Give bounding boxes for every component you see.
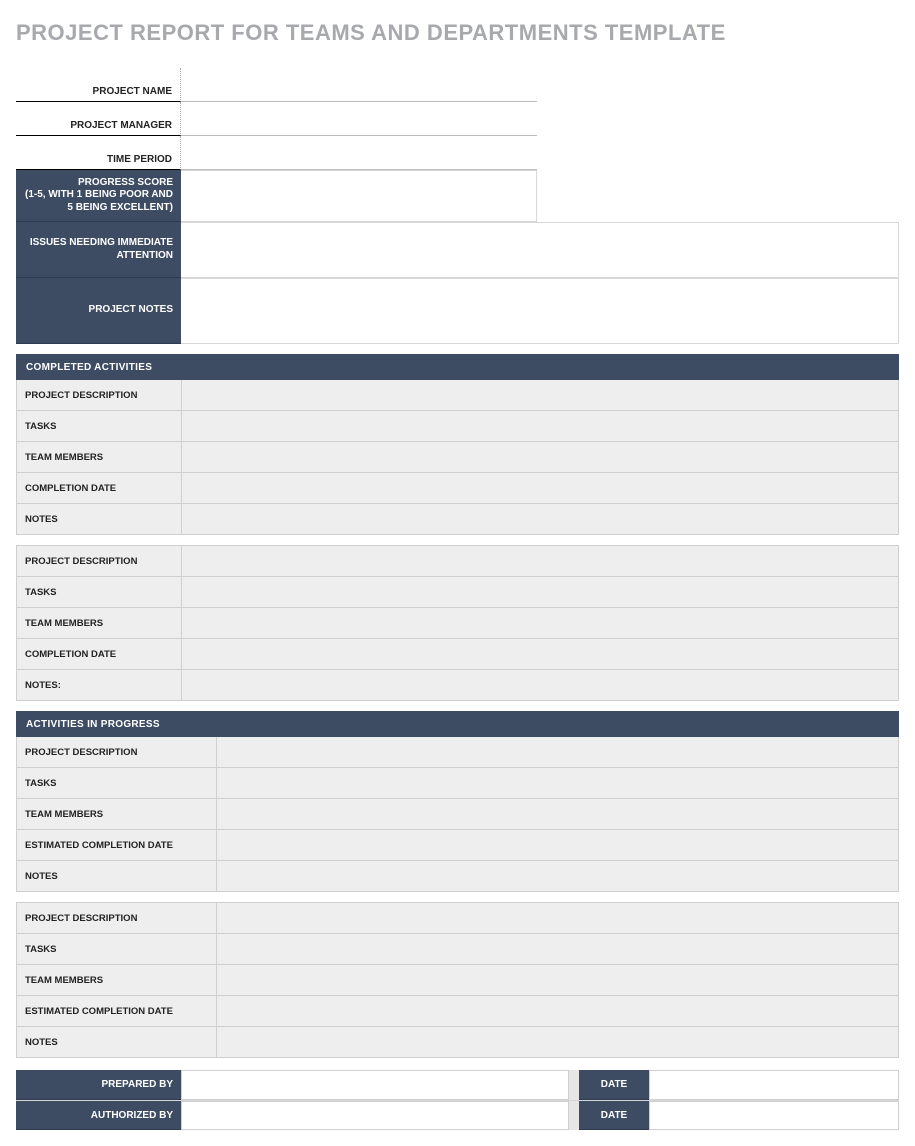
project-manager-value[interactable] (181, 102, 537, 136)
progress-2-tasks-label: TASKS (17, 934, 217, 964)
time-period-value[interactable] (181, 136, 537, 170)
completed-1-team-members-label: TEAM MEMBERS (17, 442, 182, 472)
completed-2-team-members-label: TEAM MEMBERS (17, 608, 182, 638)
completed-2-project-description-value[interactable] (182, 546, 898, 576)
time-period-label: TIME PERIOD (16, 136, 181, 170)
completed-1-tasks-label: TASKS (17, 411, 182, 441)
overview-row-progress-score: PROGRESS SCORE (1-5, WITH 1 BEING POOR A… (16, 170, 899, 222)
completed-1-completion-date-label: COMPLETION DATE (17, 473, 182, 503)
completed-2-notes-label: NOTES: (17, 670, 182, 700)
progress-1-team-members-value[interactable] (217, 799, 898, 829)
completed-group-2: PROJECT DESCRIPTION TASKS TEAM MEMBERS C… (16, 545, 899, 701)
overview-row-issues: ISSUES NEEDING IMMEDIATE ATTENTION (16, 222, 899, 278)
progress-2-estimated-completion-date-value[interactable] (217, 996, 898, 1026)
progress-score-label: PROGRESS SCORE (1-5, WITH 1 BEING POOR A… (16, 170, 181, 222)
prepared-date-label: DATE (579, 1070, 649, 1100)
issues-value[interactable] (181, 222, 899, 278)
completed-2-project-description-label: PROJECT DESCRIPTION (17, 546, 182, 576)
progress-2-tasks-value[interactable] (217, 934, 898, 964)
progress-1-tasks-label: TASKS (17, 768, 217, 798)
progress-2-notes-label: NOTES (17, 1027, 217, 1057)
completed-2-tasks-value[interactable] (182, 577, 898, 607)
project-notes-label: PROJECT NOTES (16, 278, 181, 344)
progress-1-notes-value[interactable] (217, 861, 898, 891)
progress-1-notes-label: NOTES (17, 861, 217, 891)
prepared-by-label: PREPARED BY (16, 1070, 181, 1100)
authorized-by-label: AUTHORIZED BY (16, 1101, 181, 1130)
completed-1-tasks-value[interactable] (182, 411, 898, 441)
in-progress-group-1: PROJECT DESCRIPTION TASKS TEAM MEMBERS E… (16, 737, 899, 892)
section-header-in-progress: ACTIVITIES IN PROGRESS (16, 711, 899, 737)
signature-block: PREPARED BY DATE AUTHORIZED BY DATE (16, 1070, 899, 1130)
page-title: PROJECT REPORT FOR TEAMS AND DEPARTMENTS… (16, 20, 899, 46)
in-progress-group-2: PROJECT DESCRIPTION TASKS TEAM MEMBERS E… (16, 902, 899, 1058)
completed-1-project-description-label: PROJECT DESCRIPTION (17, 380, 182, 410)
authorized-date-value[interactable] (649, 1101, 899, 1130)
completed-1-project-description-value[interactable] (182, 380, 898, 410)
prepared-date-value[interactable] (649, 1070, 899, 1100)
issues-label: ISSUES NEEDING IMMEDIATE ATTENTION (16, 222, 181, 278)
completed-1-team-members-value[interactable] (182, 442, 898, 472)
meta-row-project-name: PROJECT NAME (16, 68, 899, 102)
progress-score-value[interactable] (181, 170, 537, 222)
meta-row-time-period: TIME PERIOD (16, 136, 899, 170)
progress-1-tasks-value[interactable] (217, 768, 898, 798)
project-name-value[interactable] (181, 68, 537, 102)
meta-row-project-manager: PROJECT MANAGER (16, 102, 899, 136)
completed-2-notes-value[interactable] (182, 670, 898, 700)
completed-2-completion-date-label: COMPLETION DATE (17, 639, 182, 669)
progress-2-team-members-label: TEAM MEMBERS (17, 965, 217, 995)
completed-2-completion-date-value[interactable] (182, 639, 898, 669)
prepared-by-value[interactable] (181, 1070, 569, 1100)
completed-group-1: PROJECT DESCRIPTION TASKS TEAM MEMBERS C… (16, 380, 899, 535)
completed-2-team-members-value[interactable] (182, 608, 898, 638)
completed-1-notes-label: NOTES (17, 504, 182, 534)
project-manager-label: PROJECT MANAGER (16, 102, 181, 136)
progress-1-estimated-completion-date-label: ESTIMATED COMPLETION DATE (17, 830, 217, 860)
progress-2-notes-value[interactable] (217, 1027, 898, 1057)
completed-1-completion-date-value[interactable] (182, 473, 898, 503)
progress-1-team-members-label: TEAM MEMBERS (17, 799, 217, 829)
progress-1-project-description-value[interactable] (217, 737, 898, 767)
authorized-by-value[interactable] (181, 1101, 569, 1130)
overview-row-notes: PROJECT NOTES (16, 278, 899, 344)
progress-2-project-description-value[interactable] (217, 903, 898, 933)
project-name-label: PROJECT NAME (16, 68, 181, 102)
project-notes-value[interactable] (181, 278, 899, 344)
progress-2-project-description-label: PROJECT DESCRIPTION (17, 903, 217, 933)
completed-2-tasks-label: TASKS (17, 577, 182, 607)
progress-2-estimated-completion-date-label: ESTIMATED COMPLETION DATE (17, 996, 217, 1026)
progress-2-team-members-value[interactable] (217, 965, 898, 995)
completed-1-notes-value[interactable] (182, 504, 898, 534)
authorized-date-label: DATE (579, 1101, 649, 1130)
progress-1-estimated-completion-date-value[interactable] (217, 830, 898, 860)
progress-1-project-description-label: PROJECT DESCRIPTION (17, 737, 217, 767)
section-header-completed: COMPLETED ACTIVITIES (16, 354, 899, 380)
